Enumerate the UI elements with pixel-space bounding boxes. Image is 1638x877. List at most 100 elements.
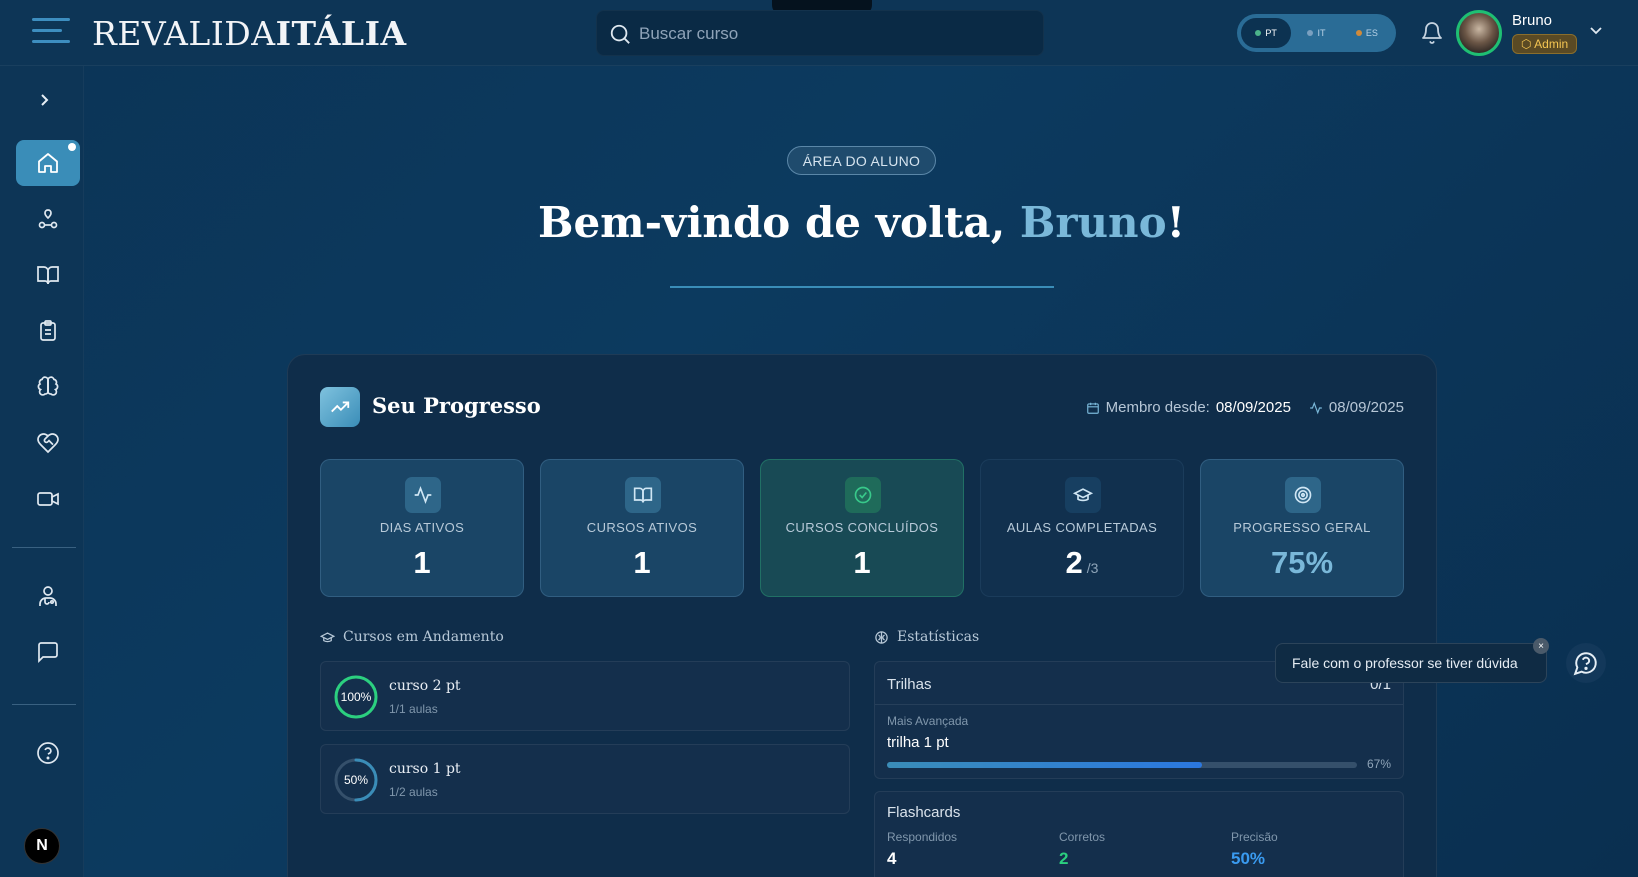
panel-divider <box>875 704 1403 705</box>
lang-option-es[interactable]: ES <box>1342 18 1392 48</box>
search-input[interactable] <box>639 11 1029 57</box>
sidebar-item-help[interactable] <box>16 730 80 776</box>
graduation-cap-icon <box>320 631 335 642</box>
sidebar-divider <box>12 547 76 548</box>
help-chat-button[interactable] <box>1566 643 1606 683</box>
stat-completed-courses: CURSOS CONCLUÍDOS 1 <box>760 459 964 597</box>
user-name[interactable]: Bruno <box>1512 12 1552 29</box>
heart-handshake-icon <box>37 433 59 454</box>
flag-pt-icon <box>1255 30 1262 36</box>
help-icon <box>37 742 59 764</box>
stat-days-active: DIAS ATIVOS 1 <box>320 459 524 597</box>
sidebar-item-profile[interactable] <box>16 573 80 619</box>
sidebar-item-support[interactable] <box>16 420 80 466</box>
trilhas-title: Trilhas <box>887 676 932 693</box>
help-tooltip[interactable]: Fale com o professor se tiver dúvida <box>1275 643 1547 683</box>
course-row[interactable]: 50% curso 1 pt 1/2 aulas <box>320 744 850 814</box>
most-advanced-name[interactable]: trilha 1 pt <box>887 734 949 751</box>
lang-option-pt[interactable]: PT <box>1241 18 1292 48</box>
doctor-icon <box>39 586 57 606</box>
stat-value: 1 <box>541 545 743 581</box>
fc-value: 2 <box>1059 849 1069 868</box>
sidebar-divider <box>12 704 76 705</box>
role-badge: ⬡ Admin <box>1512 34 1578 54</box>
message-question-icon <box>1573 652 1597 676</box>
fc-label: Respondidos <box>887 830 958 844</box>
activity-icon <box>405 477 441 513</box>
stat-completed-lessons: AULAS COMPLETADAS 2/3 <box>980 459 1184 597</box>
role-label: Admin <box>1534 37 1569 51</box>
close-icon[interactable]: × <box>1533 638 1549 654</box>
stat-number: 1 <box>853 545 871 580</box>
chevron-right-icon[interactable] <box>34 90 54 110</box>
stat-suffix: /3 <box>1086 560 1099 576</box>
page-title: Bem-vindo de volta, Bruno! <box>0 198 1638 247</box>
fc-precision: Precisão 50% <box>1231 830 1278 869</box>
stat-number: 75% <box>1270 545 1334 580</box>
title-underline <box>670 286 1054 288</box>
sidebar-item-flashcards[interactable] <box>16 364 80 410</box>
course-name: curso 2 pt <box>389 678 461 694</box>
card-title: Seu Progresso <box>372 393 541 418</box>
logo-text-light: REVALIDA <box>92 14 276 53</box>
flag-it-icon <box>1307 30 1314 36</box>
stat-value: 1 <box>321 545 523 581</box>
dev-tools-badge[interactable]: N <box>24 828 60 864</box>
search-bar[interactable] <box>596 10 1044 57</box>
stat-label: DIAS ATIVOS <box>379 520 465 535</box>
app-logo[interactable]: REVALIDAITÁLIA <box>92 14 407 53</box>
video-icon <box>37 492 59 506</box>
avatar[interactable] <box>1456 10 1502 56</box>
stat-value: 2/3 <box>981 545 1183 581</box>
stat-value: 1 <box>761 545 963 581</box>
stat-number: 2 <box>1065 545 1083 580</box>
stats-section-title: Estatísticas <box>874 629 979 645</box>
sidebar-item-home[interactable] <box>16 140 80 186</box>
brain-icon <box>875 630 888 644</box>
menu-toggle-button[interactable] <box>32 18 70 48</box>
home-icon <box>38 153 58 173</box>
title-prefix: Bem-vindo de volta, <box>537 198 1020 247</box>
fc-label: Corretos <box>1059 830 1106 844</box>
calendar-icon <box>1086 402 1099 414</box>
top-bar: REVALIDAITÁLIA PT IT ES Bruno ⬡ Admin <box>0 0 1638 66</box>
title-username: Bruno <box>1019 198 1167 247</box>
progress-card: Seu Progresso Membro desde: 08/09/2025 0… <box>287 354 1437 877</box>
trilha-percent: 67% <box>1366 757 1391 771</box>
bell-icon[interactable] <box>1420 20 1444 46</box>
stat-active-courses: CURSOS ATIVOS 1 <box>540 459 744 597</box>
member-label: Membro desde: <box>1105 399 1210 416</box>
sidebar-item-messages[interactable] <box>16 629 80 675</box>
chevron-down-icon[interactable] <box>1590 26 1602 36</box>
fc-correct: Corretos 2 <box>1059 830 1105 869</box>
language-switcher: PT IT ES <box>1237 14 1396 52</box>
stat-label: AULAS COMPLETADAS <box>1006 520 1158 535</box>
progress-percent: 100% <box>340 690 372 704</box>
sidebar-item-live[interactable] <box>16 476 80 522</box>
stat-overall-progress: PROGRESSO GERAL 75% <box>1200 459 1404 597</box>
check-circle-icon <box>845 477 881 513</box>
member-since: Membro desde: 08/09/2025 08/09/2025 <box>1086 399 1404 416</box>
flag-es-icon <box>1355 30 1362 36</box>
progress-percent: 50% <box>343 773 369 787</box>
lang-option-it[interactable]: IT <box>1291 18 1341 48</box>
sidebar-item-courses[interactable] <box>16 252 80 298</box>
stat-label: PROGRESSO GERAL <box>1233 520 1371 535</box>
fc-label: Precisão <box>1231 830 1278 844</box>
stat-value: 75% <box>1201 545 1403 581</box>
activity-icon <box>1310 401 1322 414</box>
course-lessons: 1/1 aulas <box>389 702 438 716</box>
fc-value: 50% <box>1231 849 1266 868</box>
stat-label: CURSOS ATIVOS <box>586 520 698 535</box>
course-row[interactable]: 100% curso 2 pt 1/1 aulas <box>320 661 850 731</box>
search-icon <box>610 24 630 44</box>
stat-number: 1 <box>633 545 651 580</box>
graduation-cap-icon <box>1065 477 1101 513</box>
courses-section-title: Cursos em Andamento <box>320 629 504 645</box>
lang-code: ES <box>1365 28 1378 38</box>
notification-dot <box>68 143 76 151</box>
course-name: curso 1 pt <box>389 761 461 777</box>
message-icon <box>38 642 58 664</box>
target-icon <box>1285 477 1321 513</box>
sidebar-item-assessments[interactable] <box>16 308 80 354</box>
